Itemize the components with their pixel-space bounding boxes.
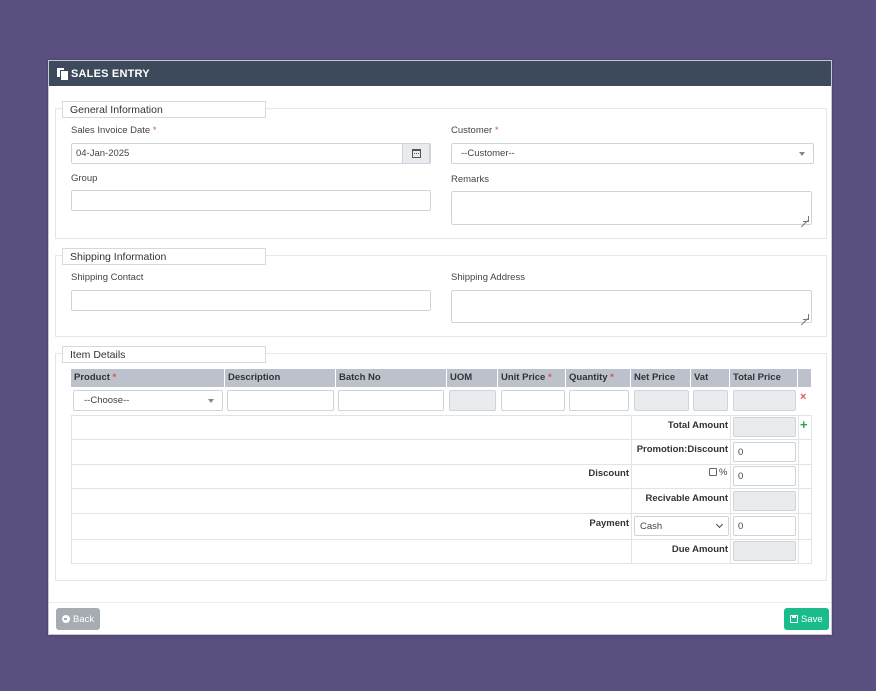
col-quantity: Quantity * [566,369,631,387]
row-divider [71,563,811,564]
general-information-legend: General Information [62,101,266,118]
item-details-section: Item Details Product * Description Batch… [55,346,827,581]
invoice-date-input[interactable]: 04-Jan-2025 [71,143,431,164]
customer-label: Customer * [451,125,499,136]
sales-entry-card: SALES ENTRY General Information Sales In… [48,60,832,635]
col-unit-price: Unit Price * [498,369,566,387]
col-description: Description [225,369,336,387]
save-button[interactable]: Save [784,608,829,630]
quantity-input[interactable] [569,390,629,411]
col-divider [71,415,72,564]
general-information-section: General Information Sales Invoice Date *… [55,101,827,239]
col-product: Product * [71,369,225,387]
due-amount-input [733,541,796,561]
item-details-legend: Item Details [62,346,266,363]
copy-icon [57,68,69,81]
row-divider [71,513,811,514]
caret-down-icon [208,399,214,403]
total-price-input [733,390,796,411]
row-divider [71,488,811,489]
col-divider [798,415,799,564]
payment-method-select[interactable]: Cash [634,516,729,536]
calendar-icon [411,149,421,158]
caret-down-icon [799,152,805,156]
promotion-discount-input[interactable]: 0 [733,442,796,462]
add-row-icon[interactable]: + [800,417,808,432]
shipping-information-section: Shipping Information Shipping Contact Sh… [55,248,827,337]
shipping-address-textarea[interactable] [451,290,812,323]
description-input[interactable] [227,390,334,411]
col-uom: UOM [447,369,498,387]
net-price-input [634,390,689,411]
total-amount-input [733,417,796,437]
delete-row-icon[interactable]: × [800,391,806,403]
group-label: Group [71,173,98,184]
invoice-date-label: Sales Invoice Date * [71,125,157,136]
row-divider [71,539,811,540]
unit-price-input[interactable] [501,390,565,411]
back-button[interactable]: Back [56,608,101,630]
payment-label: Payment [589,518,629,529]
chevron-down-icon [715,520,724,529]
group-input[interactable] [71,190,431,211]
uom-input [449,390,496,411]
calendar-button[interactable] [402,143,430,164]
resize-grip-icon[interactable] [803,216,809,222]
col-total-price: Total Price [730,369,798,387]
footer-divider [49,602,831,603]
resize-grip-icon[interactable] [803,314,809,320]
remarks-label: Remarks [451,174,490,185]
arrow-left-circle-icon [62,615,70,623]
row-divider [71,439,811,440]
total-amount-label: Total Amount [667,420,728,431]
col-actions [798,369,811,387]
shipping-contact-label: Shipping Contact [71,272,144,283]
receivable-amount-input [733,491,796,511]
col-batch-no: Batch No [336,369,447,387]
product-select[interactable]: --Choose-- [73,390,223,411]
vat-input [693,390,728,411]
save-icon [790,615,798,623]
due-amount-label: Due Amount [671,544,728,555]
shipping-information-legend: Shipping Information [62,248,266,265]
col-vat: Vat [691,369,730,387]
customer-select[interactable]: --Customer-- [451,143,814,164]
discount-label: Discount [588,468,629,479]
remarks-textarea[interactable] [451,191,812,225]
row-divider [71,464,811,465]
receivable-amount-label: Recivable Amount [645,493,728,504]
discount-input[interactable]: 0 [733,466,796,486]
promotion-discount-label: Promotion:Discount [636,444,728,455]
batch-no-input[interactable] [338,390,444,411]
col-divider [730,415,731,564]
col-divider [811,415,812,564]
payment-amount-input[interactable]: 0 [733,516,796,536]
shipping-address-label: Shipping Address [451,272,525,283]
percent-label: % [719,467,728,478]
col-divider [631,415,632,564]
items-table: Product * Description Batch No UOM Unit … [71,369,812,564]
card-header: SALES ENTRY [49,61,831,86]
discount-percent-checkbox[interactable] [709,468,717,476]
page-title: SALES ENTRY [71,67,150,80]
row-divider [71,415,811,416]
col-net-price: Net Price [631,369,691,387]
shipping-contact-input[interactable] [71,290,431,311]
